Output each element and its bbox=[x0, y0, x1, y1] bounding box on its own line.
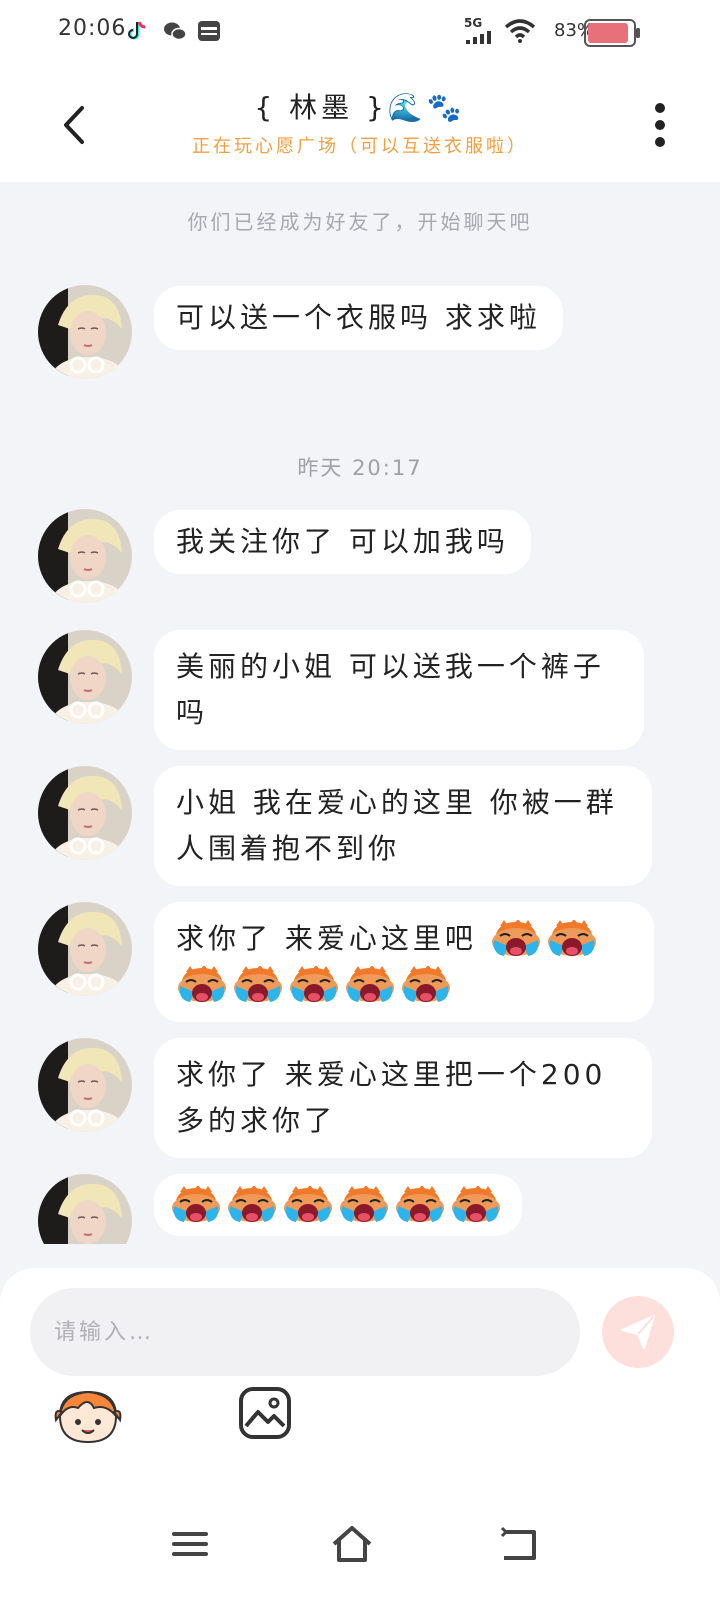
crying-face-emoji bbox=[338, 1186, 390, 1226]
message-row bbox=[0, 1174, 720, 1244]
message-bubble[interactable]: 求你了 来爱心这里把一个200多的求你了 bbox=[154, 1038, 652, 1158]
message-bubble[interactable]: 求你了 来爱心这里吧 bbox=[154, 902, 654, 1022]
crying-face-emoji bbox=[170, 1186, 222, 1226]
message-input[interactable] bbox=[30, 1288, 580, 1376]
crying-face-emoji bbox=[490, 920, 542, 960]
crying-face-emoji bbox=[344, 966, 396, 1006]
emoji-group bbox=[170, 1188, 506, 1221]
back-nav-icon[interactable] bbox=[496, 1524, 540, 1564]
message-bubble[interactable]: 美丽的小姐 可以送我一个裤子吗 bbox=[154, 630, 644, 750]
message-bubble[interactable]: 小姐 我在爱心的这里 你被一群人围着抱不到你 bbox=[154, 766, 652, 886]
crying-face-emoji bbox=[450, 1186, 502, 1226]
crying-face-emoji bbox=[226, 1186, 278, 1226]
crying-face-emoji bbox=[282, 1186, 334, 1226]
message-timestamp: 昨天 20:17 bbox=[297, 456, 423, 480]
crying-face-emoji bbox=[546, 920, 598, 960]
message-bubble[interactable]: 可以送一个衣服吗 求求啦 bbox=[154, 286, 563, 350]
chat-header: { 林墨 }🌊🐾 正在玩心愿广场（可以互送衣服啦） bbox=[0, 64, 720, 182]
crying-face-emoji bbox=[400, 966, 452, 1006]
crying-face-emoji bbox=[176, 966, 228, 1006]
message-text: 求你了 来爱心这里吧 bbox=[176, 922, 477, 955]
image-button[interactable] bbox=[238, 1386, 292, 1440]
contact-avatar[interactable] bbox=[38, 509, 132, 603]
wechat-icon bbox=[164, 22, 187, 41]
message-bubble[interactable]: 我关注你了 可以加我吗 bbox=[154, 510, 531, 574]
send-icon bbox=[621, 1315, 655, 1349]
crying-face-emoji bbox=[394, 1186, 446, 1226]
contact-avatar[interactable] bbox=[38, 630, 132, 724]
system-nav-bar bbox=[0, 1500, 720, 1600]
menu-icon[interactable] bbox=[168, 1524, 212, 1564]
crying-face-emoji bbox=[232, 966, 284, 1006]
network-label: 5G bbox=[464, 16, 483, 30]
chat-title: { 林墨 }🌊🐾 bbox=[254, 91, 466, 124]
contact-avatar[interactable] bbox=[38, 285, 132, 379]
contact-avatar[interactable] bbox=[38, 1038, 132, 1132]
more-options-button[interactable] bbox=[650, 100, 670, 150]
message-bubble[interactable] bbox=[154, 1174, 522, 1236]
contact-avatar[interactable] bbox=[38, 902, 132, 996]
wifi-icon bbox=[504, 19, 536, 43]
contact-avatar[interactable] bbox=[38, 766, 132, 860]
contact-avatar[interactable] bbox=[38, 1174, 132, 1244]
battery-icon bbox=[584, 19, 640, 47]
status-bar: 20:06 5G 83% bbox=[0, 0, 720, 64]
sticker-button[interactable] bbox=[54, 1386, 122, 1446]
crying-face-emoji bbox=[288, 966, 340, 1006]
status-time: 20:06 bbox=[58, 16, 127, 41]
chat-subtitle: 正在玩心愿广场（可以互送衣服啦） bbox=[192, 136, 528, 157]
wallet-icon bbox=[198, 21, 220, 41]
tiktok-icon bbox=[128, 21, 146, 40]
signal-icon bbox=[466, 31, 491, 44]
home-icon[interactable] bbox=[330, 1524, 374, 1564]
send-button[interactable] bbox=[602, 1296, 674, 1368]
system-notice: 你们已经成为好友了，开始聊天吧 bbox=[187, 210, 533, 234]
